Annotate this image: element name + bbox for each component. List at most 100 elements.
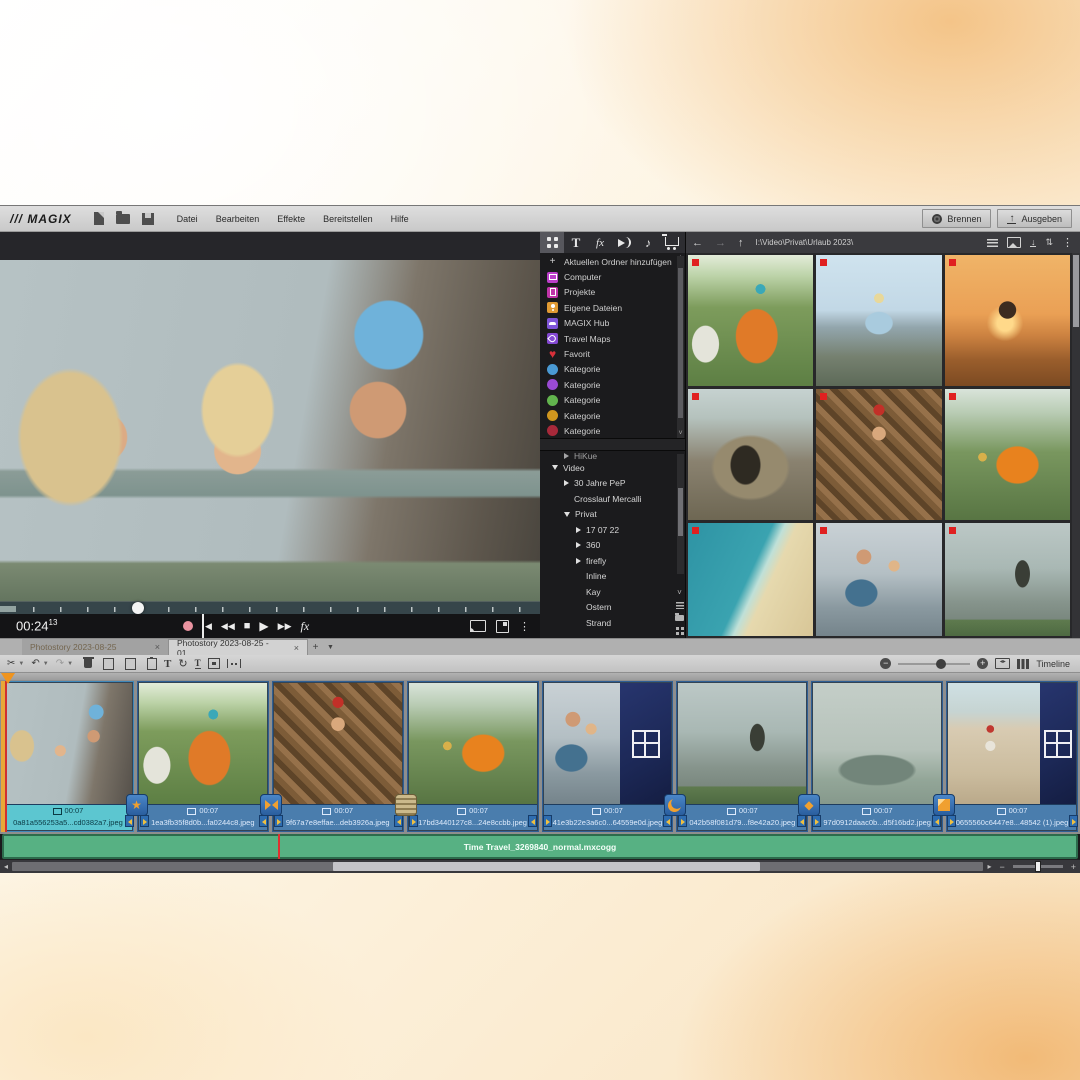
timeline-mode-icon[interactable] bbox=[1017, 659, 1029, 669]
trim-handle[interactable] bbox=[543, 815, 552, 827]
export-button[interactable]: ↑Ausgeben bbox=[997, 209, 1072, 228]
clip-5[interactable]: 00:07 41e3b22e3a6c0...64559e0d.jpeg bbox=[542, 681, 674, 832]
tree-item-17-07-22[interactable]: 17 07 22 bbox=[540, 522, 676, 538]
grid-small-icon[interactable] bbox=[676, 627, 684, 635]
tab-list-dropdown-icon[interactable]: ▼ bbox=[323, 640, 338, 655]
zoom-out-button[interactable]: − bbox=[880, 658, 891, 669]
clip-1-selected[interactable]: 00:07 0a81a556253a5...cd0382a7.jpeg bbox=[2, 681, 134, 832]
zoom-slider[interactable] bbox=[898, 663, 970, 665]
project-tab-1[interactable]: Photostory 2023-08-25× bbox=[22, 639, 168, 655]
tree-item-hikue[interactable]: HiKue bbox=[540, 451, 676, 460]
shortcut-eigene-dateien[interactable]: Eigene Dateien bbox=[540, 300, 676, 315]
hscroll-thumb[interactable] bbox=[333, 862, 760, 871]
folder-up-icon[interactable]: ↑ bbox=[732, 237, 750, 249]
trim-handle[interactable] bbox=[125, 815, 134, 827]
thumbnail-orange-tent[interactable] bbox=[945, 389, 1070, 520]
trim-handle[interactable] bbox=[663, 815, 672, 827]
hzoom-out-button[interactable]: − bbox=[995, 862, 1008, 872]
category-red[interactable]: Kategorie bbox=[540, 423, 676, 438]
tree-item-privat[interactable]: Privat bbox=[540, 507, 676, 523]
fx-button[interactable]: fx bbox=[301, 614, 310, 638]
hzoom-knob[interactable] bbox=[1035, 861, 1041, 872]
sort-icon[interactable]: ⇅ bbox=[1045, 237, 1053, 248]
tree-item-strand[interactable]: Strand bbox=[540, 615, 676, 631]
list-view-icon[interactable] bbox=[987, 239, 998, 247]
browser-scrollbar[interactable] bbox=[1072, 253, 1080, 638]
paste-icon[interactable] bbox=[147, 658, 157, 670]
tree-scroll-down-icon[interactable]: ˅ bbox=[677, 590, 682, 596]
trim-handle[interactable] bbox=[528, 815, 537, 827]
rotate-icon[interactable]: ↻ bbox=[178, 657, 187, 670]
add-current-folder[interactable]: +Aktuellen Ordner hinzufügen bbox=[540, 254, 676, 269]
project-tab-2[interactable]: Photostory 2023-08-25 - 01× bbox=[168, 639, 308, 655]
category-purple[interactable]: Kategorie bbox=[540, 377, 676, 392]
thumbnail-girl-on-rocks[interactable] bbox=[816, 255, 941, 386]
rewind-button[interactable]: ◀◀ bbox=[221, 614, 235, 638]
save-project-icon[interactable] bbox=[142, 213, 154, 225]
trim-handle[interactable] bbox=[274, 815, 283, 827]
undo-dropdown-icon[interactable]: ▼ bbox=[43, 661, 49, 667]
clip-3[interactable]: 00:07 9f67a7e8effae...deb3926a.jpeg bbox=[272, 681, 404, 832]
add-title-icon[interactable]: T bbox=[164, 658, 171, 670]
trim-handle[interactable] bbox=[812, 815, 821, 827]
thumbnail-rock-arch[interactable] bbox=[688, 389, 813, 520]
menu-bearbeiten[interactable]: Bearbeiten bbox=[207, 206, 269, 232]
clip-4[interactable]: 00:07 17bd3440127c8...24e8ccbb.jpeg bbox=[407, 681, 539, 832]
timeline-mode-label[interactable]: Timeline bbox=[1036, 659, 1070, 669]
undo-icon[interactable]: ↶ bbox=[31, 658, 39, 669]
download-icon[interactable]: ↓ bbox=[1030, 238, 1037, 247]
shortcut-computer[interactable]: Computer bbox=[540, 269, 676, 284]
back-icon[interactable]: ← bbox=[686, 237, 709, 249]
tab-media[interactable] bbox=[540, 232, 564, 253]
breadcrumb-path[interactable]: I:\Video\Privat\Urlaub 2023\ bbox=[756, 238, 854, 247]
duplicate-icon[interactable] bbox=[103, 658, 114, 670]
tree-item-kay[interactable]: Kay bbox=[540, 584, 676, 600]
tree-item-360[interactable]: 360 bbox=[540, 538, 676, 554]
thumbnail-funny-faces[interactable] bbox=[816, 523, 941, 636]
zoom-in-button[interactable]: + bbox=[977, 658, 988, 669]
thumbnail-camping[interactable] bbox=[688, 255, 813, 386]
clip-7[interactable]: 00:07 97d0912daac0b...d5f16bd2.jpeg bbox=[811, 681, 943, 832]
transition-bowtie-icon[interactable] bbox=[260, 794, 282, 816]
redo-icon[interactable]: ↷ bbox=[56, 658, 64, 669]
category-blue[interactable]: Kategorie bbox=[540, 362, 676, 377]
browser-menu-icon[interactable]: ⋮ bbox=[1062, 236, 1073, 249]
scroll-left-icon[interactable]: ◂ bbox=[0, 862, 12, 871]
transition-diamond-icon[interactable]: ◆ bbox=[798, 794, 820, 816]
shortcuts-scrollbar[interactable] bbox=[677, 256, 684, 438]
skip-start-button[interactable]: ◀ bbox=[202, 614, 212, 638]
trim-handle[interactable] bbox=[678, 815, 687, 827]
cast-icon[interactable] bbox=[470, 620, 486, 632]
timeline-ruler[interactable] bbox=[0, 673, 1080, 680]
trim-handle[interactable] bbox=[409, 815, 418, 827]
delete-icon[interactable] bbox=[84, 659, 92, 668]
trim-handle[interactable] bbox=[394, 815, 403, 827]
tree-item-firefly[interactable]: firefly bbox=[540, 553, 676, 569]
cut-icon[interactable]: ✂ bbox=[7, 658, 15, 669]
hzoom-in-button[interactable]: + bbox=[1067, 862, 1080, 872]
tab-effects[interactable]: fx bbox=[588, 232, 612, 253]
shortcuts-scroll-down-icon[interactable]: ˅ bbox=[677, 431, 684, 437]
transition-star-icon[interactable]: ★ bbox=[126, 794, 148, 816]
menu-effekte[interactable]: Effekte bbox=[268, 206, 314, 232]
menu-bereitstellen[interactable]: Bereitstellen bbox=[314, 206, 382, 232]
text-style-icon[interactable]: T bbox=[195, 658, 201, 669]
tree-scrollbar[interactable] bbox=[677, 454, 684, 574]
tab-transitions[interactable] bbox=[612, 232, 636, 253]
close-tab-icon[interactable]: × bbox=[155, 642, 160, 652]
copy-icon[interactable] bbox=[125, 658, 136, 670]
hzoom-slider[interactable] bbox=[1013, 865, 1063, 868]
transition-crescent-icon[interactable] bbox=[664, 794, 686, 816]
new-project-icon[interactable] bbox=[94, 212, 104, 225]
category-orange[interactable]: Kategorie bbox=[540, 408, 676, 423]
clip-6[interactable]: 00:07 042b58f081d79...f8e42a20.jpeg bbox=[676, 681, 808, 832]
thumbnail-view-icon[interactable] bbox=[1007, 237, 1021, 248]
close-tab-icon[interactable]: × bbox=[294, 643, 299, 653]
trim-handle[interactable] bbox=[1069, 815, 1078, 827]
shortcut-favorit[interactable]: ♥Favorit bbox=[540, 346, 676, 361]
tree-item-30-jahre-pep[interactable]: 30 Jahre PeP bbox=[540, 476, 676, 492]
cut-dropdown-icon[interactable]: ▼ bbox=[18, 661, 24, 667]
fullscreen-icon[interactable] bbox=[496, 620, 509, 633]
thumbnail-beach-jump[interactable] bbox=[945, 255, 1070, 386]
record-button[interactable] bbox=[183, 621, 193, 631]
